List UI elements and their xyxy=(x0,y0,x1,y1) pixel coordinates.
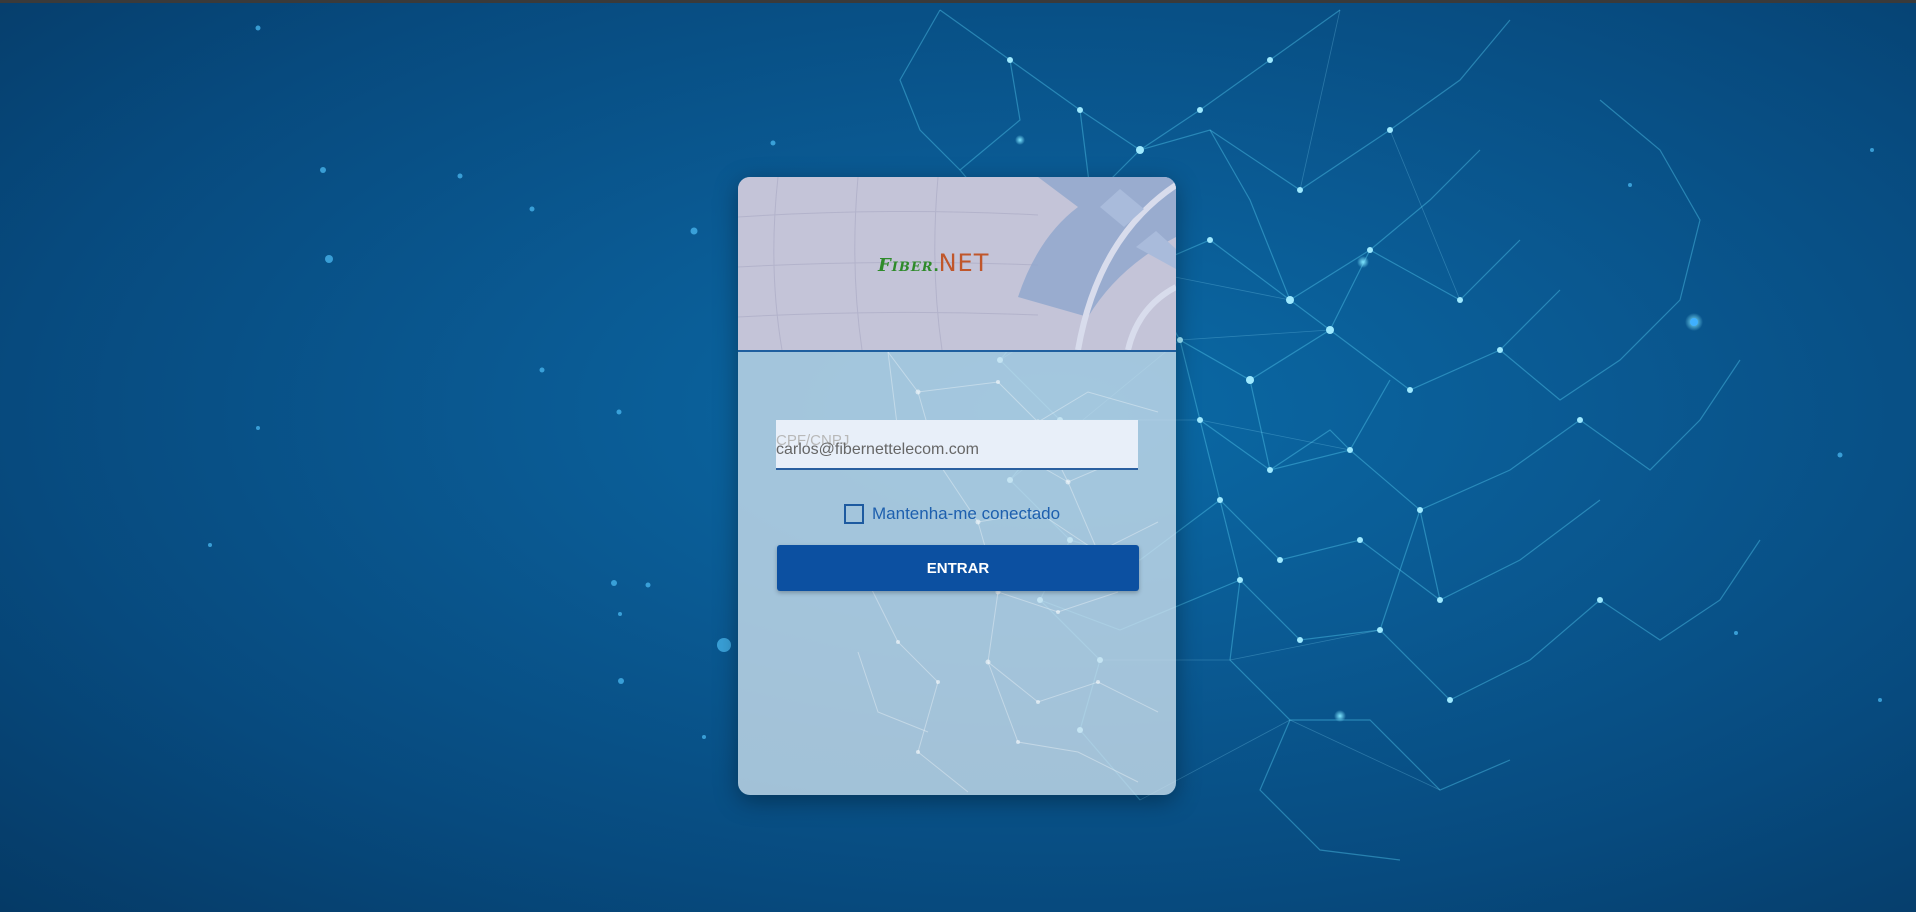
login-card: Fiber . NET CPF/CNPJ carlos@fibernettele… xyxy=(738,177,1176,795)
logo-text-net: NET xyxy=(938,249,990,277)
enter-button[interactable]: ENTRAR xyxy=(777,545,1139,591)
cpf-cnpj-field[interactable]: CPF/CNPJ xyxy=(776,420,1138,470)
fibernet-logo: Fiber . NET xyxy=(878,249,989,285)
remember-me-checkbox[interactable] xyxy=(844,504,864,524)
remember-me-option[interactable]: Mantenha-me conectado xyxy=(844,504,1060,524)
card-header: Fiber . NET xyxy=(738,177,1176,352)
logo-text-fiber: Fiber xyxy=(878,255,934,276)
cpf-cnpj-input[interactable] xyxy=(776,420,1138,468)
login-page: { "brand": { "logo_part1": "Fiber", "log… xyxy=(0,0,1916,912)
remember-me-label[interactable]: Mantenha-me conectado xyxy=(872,504,1060,524)
